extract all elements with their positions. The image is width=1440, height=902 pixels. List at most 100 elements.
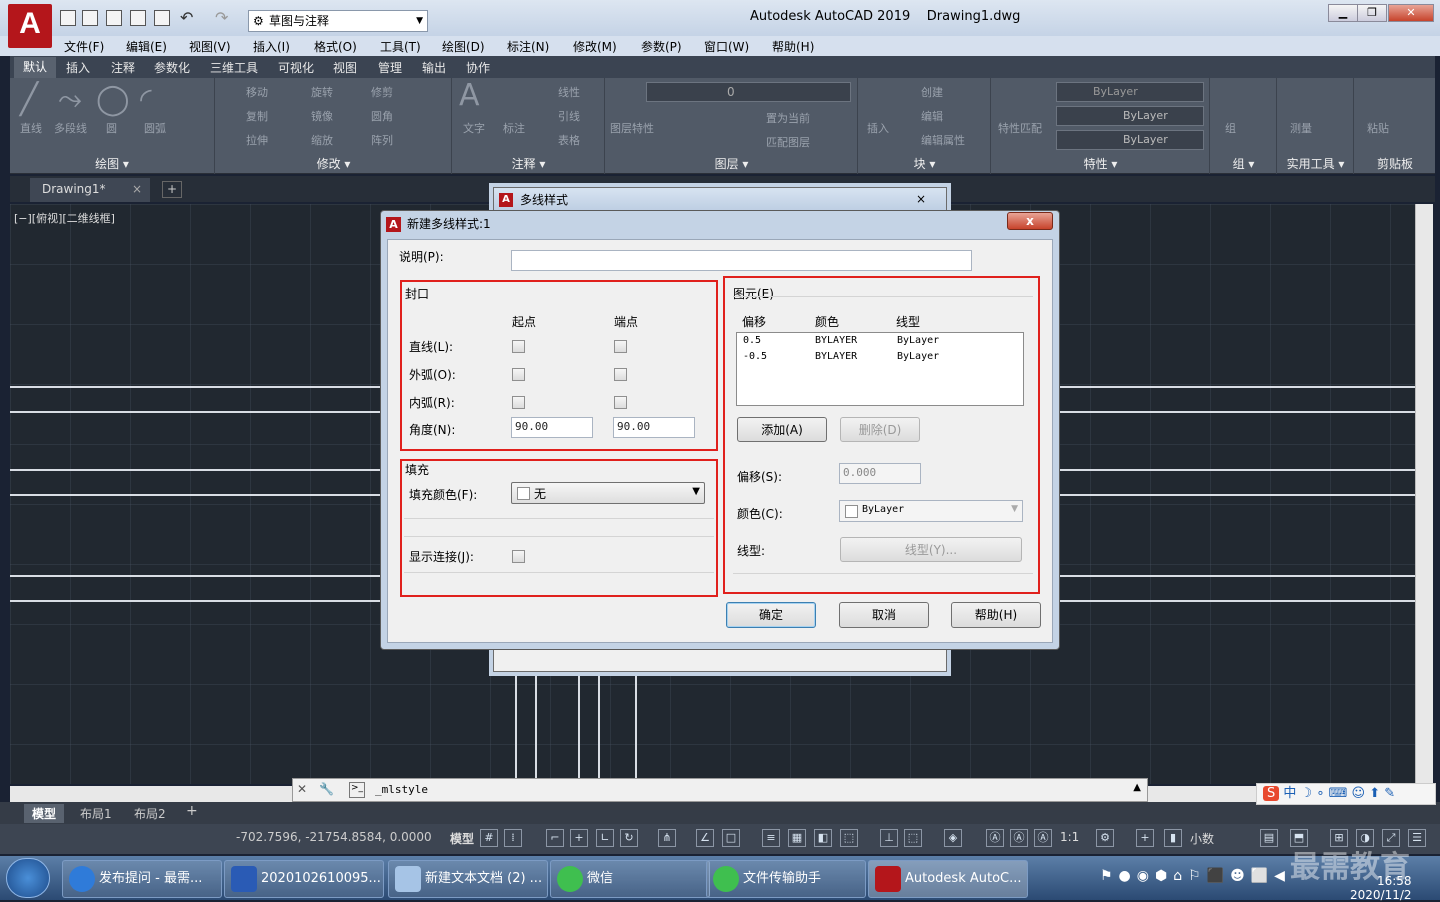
fill-color-select[interactable]: 无 ▼	[511, 482, 705, 504]
panel-clipboard-title[interactable]: 剪贴板	[1355, 155, 1435, 172]
close-icon[interactable]: ×	[132, 178, 142, 200]
quick-props-icon[interactable]: ▤	[1260, 829, 1278, 847]
trim-label[interactable]: 修剪	[371, 84, 393, 100]
scale-label[interactable]: 缩放	[311, 132, 333, 148]
draw-line-label[interactable]: 直线	[20, 120, 42, 136]
polar-icon[interactable]: ↻	[620, 829, 638, 847]
tab-layout2[interactable]: 布局2	[134, 805, 166, 822]
tab-model[interactable]: 模型	[24, 804, 65, 823]
match-properties-label[interactable]: 特性匹配	[998, 120, 1042, 136]
grid-icon[interactable]: #	[480, 829, 498, 847]
annotation-visibility-icon[interactable]: Ⓐ	[1010, 829, 1028, 847]
dialog-close-button[interactable]: x	[1007, 212, 1053, 230]
tab-output[interactable]: 输出	[422, 59, 446, 76]
tab-insert[interactable]: 插入	[66, 59, 90, 76]
menu-modify[interactable]: 修改(M)	[573, 38, 617, 55]
dynamic-input-icon[interactable]: +	[570, 829, 588, 847]
panel-properties-title[interactable]: 特性 ▾	[992, 155, 1209, 172]
menu-window[interactable]: 窗口(W)	[704, 38, 749, 55]
customize-icon[interactable]: ☰	[1408, 829, 1426, 847]
vertical-scrollbar[interactable]	[1415, 204, 1433, 784]
menu-dimension[interactable]: 标注(N)	[507, 38, 549, 55]
units-icon[interactable]: ⬚	[904, 829, 922, 847]
doc-tab-drawing1[interactable]: Drawing1* ×	[30, 178, 150, 202]
tab-view[interactable]: 视图	[333, 59, 357, 76]
snap-icon[interactable]: ⁞	[504, 829, 522, 847]
paste-label[interactable]: 粘贴	[1367, 120, 1389, 136]
panel-draw-title[interactable]: 绘图 ▾	[10, 155, 214, 172]
taskbar-item-browser[interactable]: 发布提问 - 最需...	[62, 860, 222, 898]
ok-button[interactable]: 确定	[726, 602, 816, 628]
cancel-button[interactable]: 取消	[839, 602, 929, 628]
quick-properties-icon[interactable]: ◈	[944, 829, 962, 847]
maximize-button[interactable]: ❐	[1357, 4, 1387, 22]
group-label[interactable]: 组	[1225, 120, 1236, 136]
infer-icon[interactable]: ⌐	[546, 829, 564, 847]
tab-3d-tools[interactable]: 三维工具	[210, 59, 258, 76]
save-as-icon[interactable]	[130, 10, 146, 26]
panel-annotation-title[interactable]: 注释 ▾	[453, 155, 604, 172]
menu-draw[interactable]: 绘图(D)	[442, 38, 485, 55]
rotate-label[interactable]: 旋转	[311, 84, 333, 100]
insert-block-label[interactable]: 插入	[867, 120, 889, 136]
mirror-label[interactable]: 镜像	[311, 108, 333, 124]
show-joints-checkbox[interactable]	[512, 550, 525, 563]
set-current-label[interactable]: 置为当前	[766, 110, 810, 126]
list-item[interactable]: 0.5 BYLAYER ByLayer	[737, 335, 1023, 351]
layer-properties-label[interactable]: 图层特性	[610, 120, 654, 136]
auto-scale-icon[interactable]: Ⓐ	[1034, 829, 1052, 847]
measure-label[interactable]: 测量	[1290, 120, 1312, 136]
draw-arc-label[interactable]: 圆弧	[144, 120, 166, 136]
element-offset-input[interactable]: 0.000	[839, 463, 921, 484]
edit-attributes-label[interactable]: 编辑属性	[921, 132, 965, 148]
dimension-label[interactable]: 标注	[503, 120, 525, 136]
match-layer-label[interactable]: 匹配图层	[766, 134, 810, 150]
panel-layers-title[interactable]: 图层 ▾	[606, 155, 857, 172]
draw-polyline-label[interactable]: 多段线	[54, 120, 87, 136]
draw-circle-label[interactable]: 圆	[106, 120, 117, 136]
inner-arc-start-checkbox[interactable]	[512, 396, 525, 409]
stretch-label[interactable]: 拉伸	[246, 132, 268, 148]
move-label[interactable]: 移动	[246, 84, 268, 100]
tab-parametric[interactable]: 参数化	[154, 59, 190, 76]
chevron-up-icon[interactable]: ▲	[1133, 782, 1141, 793]
taskbar-item-word[interactable]: 2020102610095...	[224, 860, 384, 898]
panel-block-title[interactable]: 块 ▾	[859, 155, 990, 172]
fillet-label[interactable]: 圆角	[371, 108, 393, 124]
linear-label[interactable]: 线性	[558, 84, 580, 100]
menu-edit[interactable]: 编辑(E)	[126, 38, 167, 55]
annotation-scale[interactable]: 1:1	[1060, 830, 1079, 844]
annotation-scale-icon[interactable]: Ⓐ	[986, 829, 1004, 847]
outer-arc-start-checkbox[interactable]	[512, 368, 525, 381]
add-tab-icon[interactable]: +	[162, 181, 182, 198]
color-dropdown[interactable]: ByLayer	[1056, 82, 1204, 102]
ime-toolbar[interactable]: S 中 ☽ ∘ ⌨ ☺ ⬆ ✎	[1256, 783, 1436, 805]
menu-help[interactable]: 帮助(H)	[772, 38, 814, 55]
panel-utilities-title[interactable]: 实用工具 ▾	[1278, 155, 1353, 172]
table-label[interactable]: 表格	[558, 132, 580, 148]
plot-icon[interactable]	[154, 10, 170, 26]
delete-button[interactable]: 删除(D)	[840, 417, 920, 442]
units-selector-icon[interactable]: ▮	[1164, 829, 1182, 847]
edit-block-label[interactable]: 编辑	[921, 108, 943, 124]
description-input[interactable]	[511, 250, 972, 271]
taskbar-item-autocad[interactable]: Autodesk AutoC...	[868, 860, 1028, 898]
outer-arc-end-checkbox[interactable]	[614, 368, 627, 381]
ortho-icon[interactable]: ∟	[596, 829, 614, 847]
line-start-checkbox[interactable]	[512, 340, 525, 353]
taskbar-item-notepad[interactable]: 新建文本文档 (2) ...	[388, 860, 548, 898]
inner-arc-end-checkbox[interactable]	[614, 396, 627, 409]
isometric-icon[interactable]: ⋔	[658, 829, 676, 847]
add-layout-icon[interactable]: +	[186, 803, 198, 819]
gear-icon[interactable]: ⚙	[1096, 829, 1114, 847]
layer-dropdown[interactable]: 0	[646, 82, 851, 102]
ime-mode[interactable]: 中	[1283, 786, 1296, 801]
close-button[interactable]: ✕	[1388, 4, 1434, 22]
minimize-button[interactable]: ▁	[1328, 4, 1358, 22]
menu-insert[interactable]: 插入(I)	[253, 38, 290, 55]
taskbar-item-file-transfer[interactable]: 文件传输助手	[706, 860, 866, 898]
object-snap-3d-icon[interactable]: □	[722, 829, 740, 847]
list-item[interactable]: -0.5 BYLAYER ByLayer	[737, 351, 1023, 367]
transparency-icon[interactable]: ▦	[788, 829, 806, 847]
lineweight-dropdown[interactable]: ByLayer	[1056, 130, 1204, 150]
